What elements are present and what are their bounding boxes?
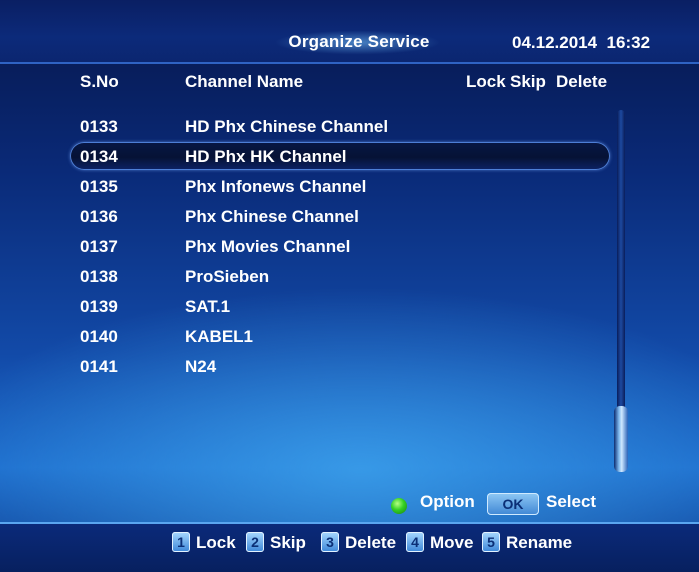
channel-name: Phx Movies Channel bbox=[185, 237, 351, 256]
channel-name: N24 bbox=[185, 357, 217, 376]
channel-name: Phx Infonews Channel bbox=[185, 177, 367, 196]
date: 04.12.2014 bbox=[512, 33, 598, 52]
channel-number: 0133 bbox=[80, 117, 118, 136]
channel-number: 0136 bbox=[80, 207, 118, 226]
option-hint: Option bbox=[420, 492, 475, 511]
key-label: Move bbox=[430, 533, 474, 552]
channel-number: 0138 bbox=[80, 267, 118, 286]
channel-row[interactable]: 0140 KABEL1 bbox=[70, 322, 610, 350]
key-number-badge: 2 bbox=[246, 532, 264, 552]
column-header-skip: Skip bbox=[510, 72, 546, 91]
channel-number: 0134 bbox=[80, 147, 118, 166]
green-circle-button-icon[interactable] bbox=[391, 498, 407, 514]
channel-row[interactable]: 0135 Phx Infonews Channel bbox=[70, 172, 610, 200]
channel-name: KABEL1 bbox=[185, 327, 254, 346]
channel-number: 0141 bbox=[80, 357, 118, 376]
channel-number: 0140 bbox=[80, 327, 118, 346]
column-header-delete: Delete bbox=[556, 72, 608, 91]
key-number-badge: 4 bbox=[406, 532, 424, 552]
channel-name: ProSieben bbox=[185, 267, 270, 286]
column-header-sno: S.No bbox=[80, 72, 119, 91]
channel-name: HD Phx HK Channel bbox=[185, 147, 347, 166]
channel-number: 0135 bbox=[80, 177, 118, 196]
key-number-badge: 5 bbox=[482, 532, 500, 552]
channel-row[interactable]: 0139 SAT.1 bbox=[70, 292, 610, 320]
channel-row[interactable]: 0137 Phx Movies Channel bbox=[70, 232, 610, 260]
key-label: Lock bbox=[196, 533, 236, 552]
channel-number: 0139 bbox=[80, 297, 118, 316]
channel-number: 0137 bbox=[80, 237, 118, 256]
channel-row[interactable]: 0136 Phx Chinese Channel bbox=[70, 202, 610, 230]
channel-name: SAT.1 bbox=[185, 297, 231, 316]
channel-name: Phx Chinese Channel bbox=[185, 207, 359, 226]
column-header-channel-name: Channel Name bbox=[185, 72, 304, 91]
channel-row[interactable]: 0133 HD Phx Chinese Channel bbox=[70, 112, 610, 140]
key-label: Rename bbox=[506, 533, 573, 552]
channel-row[interactable]: 0134 HD Phx HK Channel bbox=[70, 142, 610, 170]
ok-button[interactable]: OK bbox=[487, 493, 539, 515]
channel-row[interactable]: 0141 N24 bbox=[70, 352, 610, 380]
channel-name: HD Phx Chinese Channel bbox=[185, 117, 389, 136]
column-header-lock: Lock bbox=[466, 72, 506, 91]
channel-row[interactable]: 0138 ProSieben bbox=[70, 262, 610, 290]
scrollbar-thumb[interactable] bbox=[614, 406, 628, 472]
key-number-badge: 1 bbox=[172, 532, 190, 552]
key-label: Skip bbox=[270, 533, 306, 552]
time: 16:32 bbox=[606, 33, 651, 52]
date-time: 04.12.2014 16:32 bbox=[512, 33, 650, 53]
key-number-badge: 3 bbox=[321, 532, 339, 552]
select-hint: Select bbox=[546, 492, 597, 511]
key-label: Delete bbox=[345, 533, 397, 552]
page-title: Organize Service bbox=[288, 32, 430, 51]
